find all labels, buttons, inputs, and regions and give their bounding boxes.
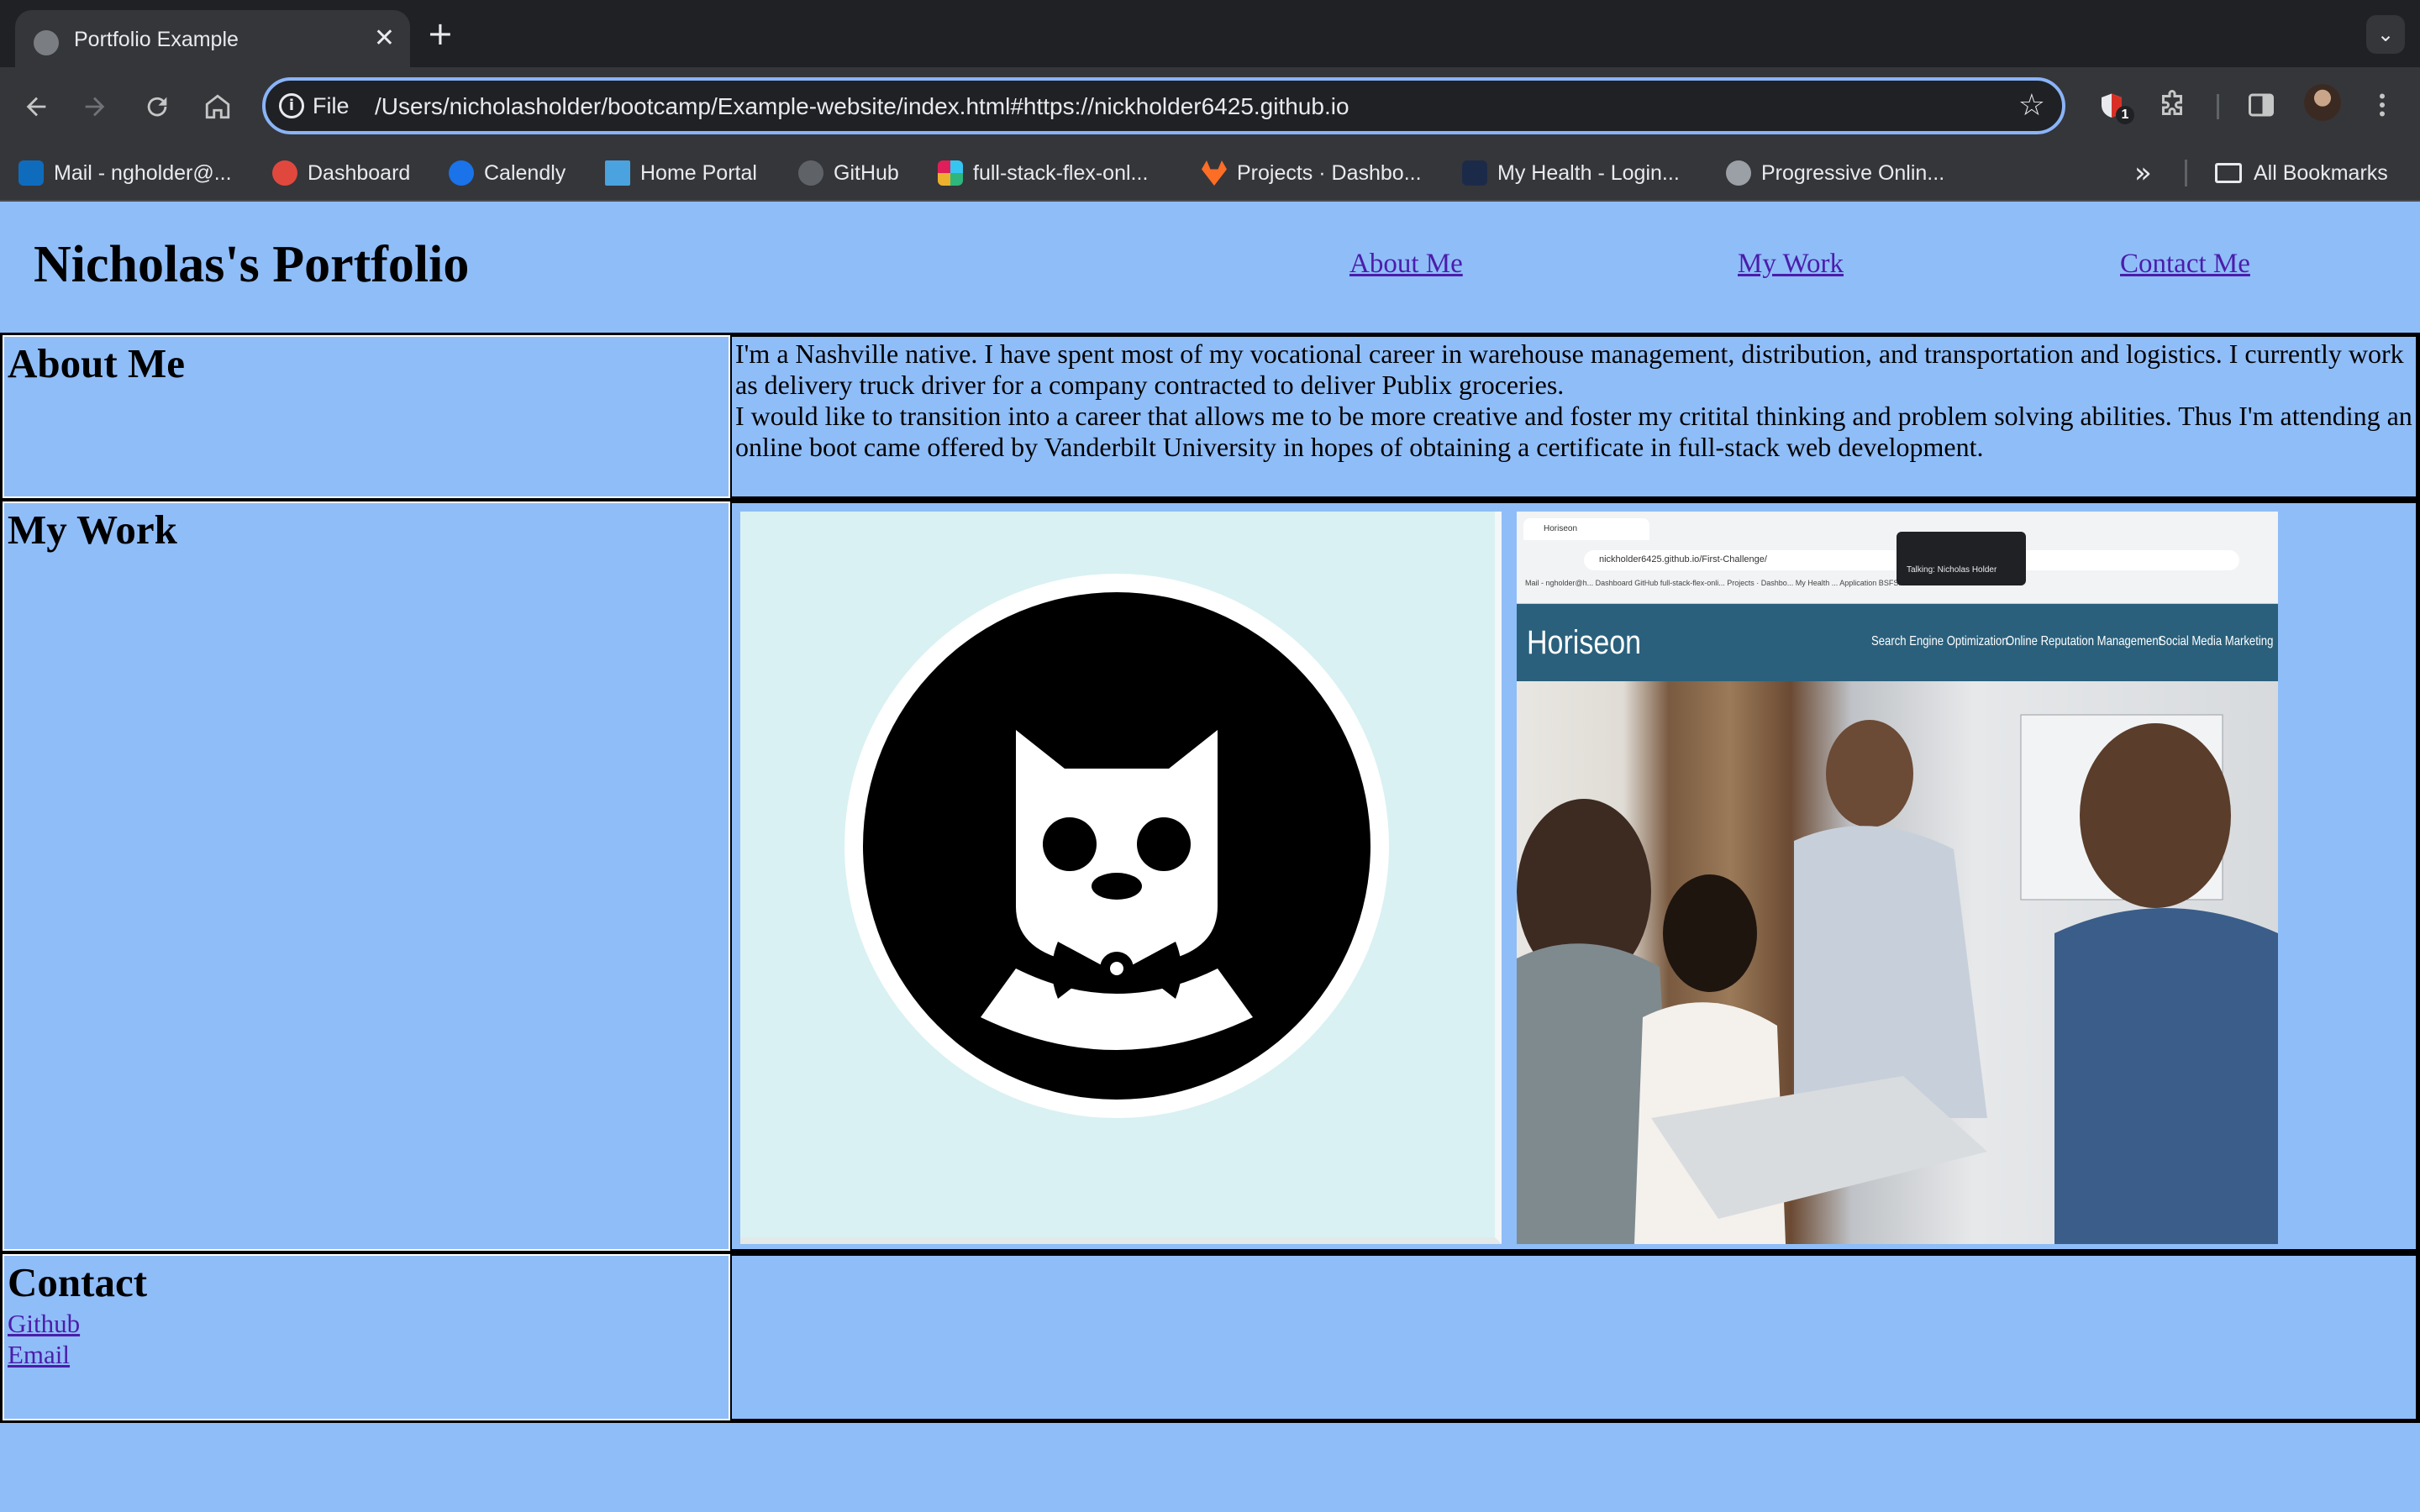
github-icon: [798, 160, 823, 186]
about-heading-cell: About Me: [1, 333, 732, 500]
bookmark-slack[interactable]: full-stack-flex-onl...: [938, 158, 1148, 188]
extension-button[interactable]: 1: [2092, 86, 2134, 124]
dashboard-icon: [272, 160, 297, 186]
tab-search-button[interactable]: ⌄: [2366, 15, 2405, 54]
email-link[interactable]: Email: [8, 1339, 725, 1370]
address-bar[interactable]: i File /Users/nicholasholder/bootcamp/Ex…: [262, 77, 2065, 134]
slack-icon: [938, 160, 963, 186]
site-header: Nicholas's Portfolio About Me My Work Co…: [0, 202, 2420, 328]
work-heading-cell: My Work: [1, 500, 732, 1252]
reload-button[interactable]: [138, 87, 176, 126]
bookmark-github[interactable]: GitHub: [798, 158, 899, 188]
page-content: Nicholas's Portfolio About Me My Work Co…: [0, 202, 2420, 1512]
browser-toolbar: i File /Users/nicholasholder/bootcamp/Ex…: [0, 67, 2420, 144]
nav-link-my-work[interactable]: My Work: [1738, 249, 1844, 280]
reload-icon: [147, 97, 167, 117]
outlook-icon: [18, 160, 44, 186]
toolbar-divider: [2217, 94, 2219, 119]
screenshot-nav-reputation: Online Reputation Management: [2006, 634, 2162, 648]
screenshot-nav-social: Social Media Marketing: [2159, 634, 2274, 648]
contact-heading: Contact: [8, 1259, 148, 1305]
kebab-menu-icon: [2380, 93, 2385, 117]
globe-icon: [34, 30, 59, 55]
contact-row: Contact Github Email: [1, 1252, 2417, 1422]
about-paragraph-2: I would like to transition into a career…: [735, 401, 2412, 462]
bookmark-home-portal[interactable]: Home Portal: [605, 158, 757, 188]
work-images-cell: Horiseon nickholder6425.github.io/First-…: [730, 501, 2417, 1251]
cat-bowtie-logo-icon: [844, 574, 1389, 1118]
about-heading: About Me: [8, 340, 185, 386]
tab-strip: Portfolio Example ✕ + ⌄: [0, 0, 2420, 67]
team-meeting-photo-icon: [1517, 714, 2278, 1244]
back-button[interactable]: [17, 87, 55, 126]
screenshot-site-header: Horiseon Search Engine Optimization Onli…: [1517, 604, 2278, 681]
tab-title: Portfolio Example: [74, 28, 239, 51]
side-panel-icon: [2249, 93, 2274, 117]
bookmark-mail[interactable]: Mail - ngholder@...: [18, 158, 232, 188]
forward-button[interactable]: [76, 87, 114, 126]
puzzle-icon: [2162, 90, 2182, 115]
profile-avatar[interactable]: [2304, 84, 2341, 121]
extensions-button[interactable]: [2153, 86, 2191, 124]
url-scheme-label: File: [313, 93, 350, 118]
bookmarks-bar: Mail - ngholder@... Dashboard Calendly H…: [0, 144, 2420, 202]
home-icon: [205, 94, 230, 119]
screenshot-brand: Horiseon: [1527, 624, 1642, 661]
screenshot-talking-popup: Talking: Nicholas Holder: [1897, 532, 2026, 585]
about-text-cell: I'm a Nashville native. I have spent mos…: [730, 335, 2417, 498]
all-bookmarks-button[interactable]: All Bookmarks: [2215, 158, 2388, 188]
bookmark-calendly[interactable]: Calendly: [449, 158, 566, 188]
contact-empty-cell: [730, 1254, 2417, 1420]
work-row: My Work Horiseon nickholder6425.github.i…: [1, 500, 2417, 1254]
home-button[interactable]: [198, 87, 237, 126]
about-paragraph-1: I'm a Nashville native. I have spent mos…: [735, 339, 2404, 400]
gitlab-icon: [1202, 160, 1227, 186]
bookmark-star-icon[interactable]: ☆: [2018, 89, 2045, 123]
screenshot-browser-chrome: Horiseon nickholder6425.github.io/First-…: [1517, 512, 2278, 604]
calendly-icon: [449, 160, 474, 186]
screenshot-team-photo: [1517, 681, 2278, 1244]
bookmarks-divider: [2185, 160, 2187, 186]
side-panel-button[interactable]: [2242, 86, 2281, 124]
contact-heading-cell: Contact Github Email: [1, 1252, 732, 1422]
folder-icon: [2215, 163, 2242, 183]
info-icon[interactable]: i: [279, 93, 304, 118]
more-bookmarks-chevron-icon[interactable]: »: [2134, 156, 2152, 190]
arrow-left-icon: [26, 97, 46, 117]
nav-link-contact-me[interactable]: Contact Me: [2120, 249, 2250, 280]
new-tab-button[interactable]: +: [427, 17, 454, 50]
bookmark-dashboard[interactable]: Dashboard: [272, 158, 410, 188]
screenshot-tab: Horiseon: [1523, 518, 1649, 540]
cat-logo-image[interactable]: [740, 512, 1502, 1244]
content-table: About Me I'm a Nashville native. I have …: [0, 333, 2420, 1423]
work-heading: My Work: [8, 507, 177, 553]
screenshot-nav-seo: Search Engine Optimization: [1871, 634, 2008, 648]
browser-tab[interactable]: Portfolio Example ✕: [15, 10, 410, 67]
about-row: About Me I'm a Nashville native. I have …: [1, 333, 2417, 501]
nav-link-about-me[interactable]: About Me: [1349, 249, 1463, 280]
bookmark-progressive[interactable]: Progressive Onlin...: [1726, 158, 1944, 188]
github-link[interactable]: Github: [8, 1308, 725, 1339]
close-icon[interactable]: ✕: [374, 24, 395, 54]
health-icon: [1462, 160, 1487, 186]
bookmark-my-health[interactable]: My Health - Login...: [1462, 158, 1680, 188]
bookmark-gitlab[interactable]: Projects · Dashbo...: [1202, 158, 1422, 188]
home-portal-icon: [605, 160, 630, 186]
extension-badge: 1: [2116, 106, 2134, 124]
menu-button[interactable]: [2363, 86, 2402, 124]
horiseon-screenshot-image[interactable]: Horiseon nickholder6425.github.io/First-…: [1517, 512, 2278, 1244]
site-title: Nicholas's Portfolio: [34, 236, 470, 293]
globe-icon: [1726, 160, 1751, 186]
url-text[interactable]: /Users/nicholasholder/bootcamp/Example-w…: [375, 93, 1349, 120]
arrow-right-icon: [85, 97, 105, 117]
